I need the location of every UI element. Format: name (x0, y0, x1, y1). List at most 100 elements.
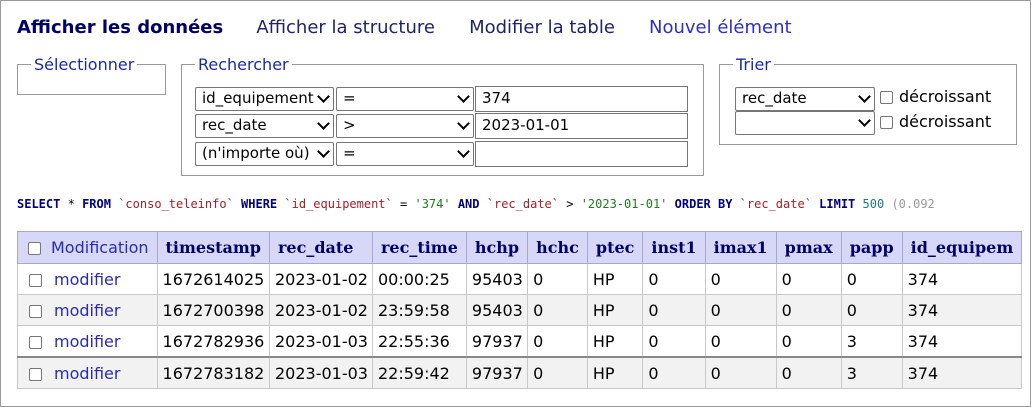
search-legend: Rechercher (198, 55, 289, 74)
column-header-id-equipement[interactable]: id_equipem (901, 231, 1023, 264)
row-edit-link[interactable]: modifier (54, 301, 120, 320)
table-cell-inst1: 0 (642, 263, 706, 295)
menu-new-item[interactable]: Nouvel élément (649, 17, 792, 38)
table-cell-rec-date: 2023-01-02 (269, 294, 373, 326)
table-cell-pmax: 0 (775, 325, 842, 358)
table-cell-inst1: 0 (642, 325, 706, 358)
table-cell-inst1: 0 (642, 356, 706, 389)
row-checkbox[interactable] (29, 335, 42, 349)
sql-col1: `id_equipement` (284, 197, 393, 211)
modification-header-label[interactable]: Modification (51, 238, 149, 257)
table-cell-rec-time: 23:59:58 (371, 294, 467, 326)
sort-desc-label-2: décroissant (899, 112, 992, 131)
table-cell-rec-date: 2023-01-02 (269, 263, 373, 295)
row-checkbox[interactable] (29, 367, 42, 381)
table-cell-inst1: 0 (642, 294, 706, 326)
select-all-checkbox[interactable] (28, 242, 41, 255)
search-column-select-1[interactable]: id_equipement (195, 87, 334, 111)
table-cell-ptec: HP (586, 263, 644, 295)
sql-query: SELECT * FROM `conso_teleinfo` WHERE `id… (17, 197, 935, 211)
column-header-hchp[interactable]: hchp (465, 231, 529, 264)
sort-desc-checkbox-1[interactable] (880, 91, 893, 104)
search-value-input-2[interactable]: 2023-01-01 (475, 113, 688, 139)
row-edit-link[interactable]: modifier (54, 270, 120, 289)
table-cell-pmax: 0 (775, 263, 842, 295)
menu-show-structure[interactable]: Afficher la structure (256, 17, 435, 38)
table-cell-papp: 0 (840, 263, 903, 295)
column-header-rec-time[interactable]: rec_time (371, 231, 467, 264)
row-checkbox[interactable] (29, 304, 42, 318)
table-cell-hchp: 97937 (465, 356, 529, 389)
search-operator-select-3[interactable]: = (336, 142, 474, 166)
column-header-hchc[interactable]: hchc (527, 231, 588, 264)
table-cell-id-equipem: 374 (901, 325, 1023, 358)
row-edit-link[interactable]: modifier (54, 332, 120, 351)
modification-header: Modification (17, 231, 158, 264)
table-cell-pmax: 0 (775, 294, 842, 326)
sql-table: `conso_teleinfo` (118, 197, 234, 211)
column-header-timestamp[interactable]: timestamp (156, 231, 271, 264)
row-checkbox[interactable] (29, 273, 42, 287)
table-cell-papp: 3 (840, 325, 903, 358)
search-value-input-1[interactable]: 374 (475, 86, 688, 112)
table-cell-id-equipem: 374 (901, 294, 1023, 326)
table-cell-rec-time: 00:00:25 (371, 263, 467, 295)
table-cell-rec-time: 22:55:36 (371, 325, 467, 358)
table-cell-papp: 0 (840, 294, 903, 326)
search-value-input-3[interactable] (475, 141, 688, 167)
sql-col3: `rec_date` (739, 197, 812, 211)
search-operator-3-value: = (343, 144, 356, 162)
select-legend[interactable]: Sélectionner (31, 55, 137, 74)
table-cell-hchc: 0 (527, 325, 588, 358)
row-actions-cell: modifier (17, 356, 158, 389)
sort-column-select-1[interactable]: rec_date (735, 87, 875, 111)
column-header-pmax[interactable]: pmax (775, 231, 842, 264)
search-value-2: 2023-01-01 (482, 116, 570, 134)
chevron-down-icon (457, 90, 470, 103)
sort-column-1-value: rec_date (742, 89, 807, 107)
table-cell-id-equipem: 374 (901, 356, 1023, 389)
search-column-select-2[interactable]: rec_date (195, 114, 334, 138)
sql-orderby: ORDER BY (674, 197, 733, 211)
column-header-rec-date[interactable]: rec_date (269, 231, 373, 264)
table-cell-pmax: 0 (775, 356, 842, 389)
search-column-2-value: rec_date (202, 116, 267, 134)
table-cell-rec-time: 22:59:42 (371, 356, 467, 389)
table-cell-imax1: 0 (704, 263, 777, 295)
table-cell-timestamp: 1672614025 (156, 263, 271, 295)
chevron-down-icon (317, 145, 330, 158)
table-cell-hchc: 0 (527, 294, 588, 326)
table-cell-ptec: HP (586, 294, 644, 326)
table-cell-timestamp: 1672700398 (156, 294, 271, 326)
page-frame: Afficher les données Afficher la structu… (0, 0, 1031, 407)
column-header-ptec[interactable]: ptec (586, 231, 644, 264)
table-cell-hchc: 0 (527, 356, 588, 389)
row-edit-link[interactable]: modifier (54, 364, 120, 383)
row-actions-cell: modifier (17, 263, 158, 295)
sql-eq: = (400, 197, 408, 211)
data-table: Modification timestamp rec_date rec_time… (17, 231, 1023, 389)
chevron-down-icon (457, 145, 470, 158)
sql-from: FROM (82, 197, 111, 211)
table-cell-rec-date: 2023-01-03 (269, 325, 373, 358)
search-operator-1-value: = (343, 89, 356, 107)
top-menu: Afficher les données Afficher la structu… (17, 17, 821, 38)
menu-alter-table[interactable]: Modifier la table (469, 17, 615, 38)
column-header-imax1[interactable]: imax1 (704, 231, 777, 264)
column-header-papp[interactable]: papp (840, 231, 903, 264)
column-header-inst1[interactable]: inst1 (642, 231, 706, 264)
search-column-1-value: id_equipement (202, 89, 314, 107)
sort-column-select-2[interactable] (735, 111, 875, 135)
sql-timing: (0.092 (891, 197, 935, 211)
chevron-down-icon (457, 117, 470, 130)
search-operator-select-2[interactable]: > (336, 114, 474, 138)
table-cell-imax1: 0 (704, 356, 777, 389)
search-operator-select-1[interactable]: = (336, 87, 474, 111)
search-column-select-3[interactable]: (n'importe où) (195, 142, 334, 166)
chevron-down-icon (317, 117, 330, 130)
table-cell-ptec: HP (586, 356, 644, 389)
table-row: modifier 1672782936 2023-01-03 22:55:36 9793… (17, 325, 1023, 358)
table-cell-ptec: HP (586, 325, 644, 358)
sort-desc-checkbox-2[interactable] (880, 116, 893, 129)
sql-gt: > (566, 197, 574, 211)
